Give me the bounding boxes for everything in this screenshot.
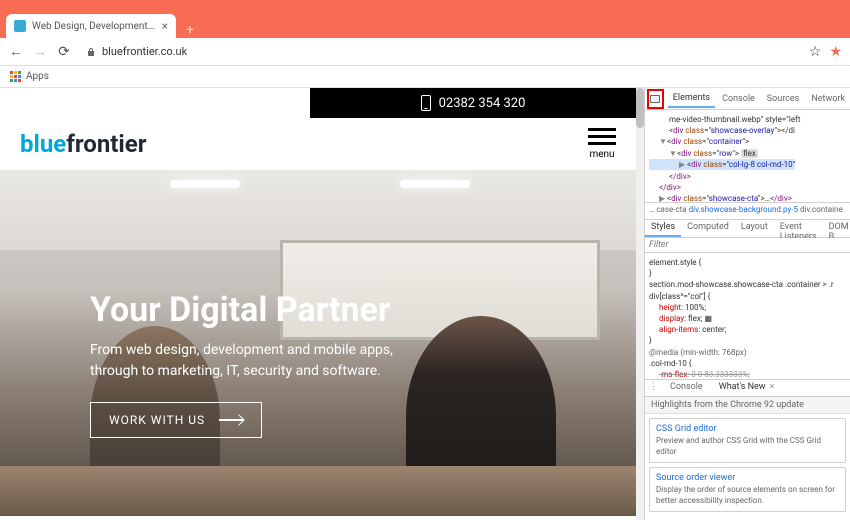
whatsnew-card[interactable]: CSS Grid editor Preview and author CSS G… <box>649 418 846 463</box>
arrow-icon <box>219 419 243 421</box>
tab-title: Web Design, Development & Di... <box>32 21 156 32</box>
whatsnew-card[interactable]: Source order viewer Display the order of… <box>649 467 846 512</box>
tab-network[interactable]: Network <box>806 91 850 107</box>
hero-bg-light <box>400 180 470 188</box>
more-icon[interactable]: ⋮ <box>645 380 662 396</box>
styles-tabs: Styles Computed Layout Event Listeners D… <box>645 220 850 238</box>
lock-icon <box>86 47 96 57</box>
hero-bg-table <box>0 466 636 516</box>
scrollbar-thumb[interactable] <box>636 88 644 128</box>
url-field[interactable]: bluefrontier.co.uk <box>80 45 801 58</box>
reload-button[interactable]: ⟳ <box>56 44 72 60</box>
extension-icon[interactable]: ★ <box>829 44 842 60</box>
card-desc: Display the order of source elements on … <box>656 485 839 506</box>
drawer-tab-console[interactable]: Console <box>662 380 711 396</box>
new-tab-button[interactable]: + <box>176 22 204 38</box>
tab-events[interactable]: Event Listeners <box>774 220 823 237</box>
menu-button[interactable]: menu <box>588 128 616 160</box>
styles-pane[interactable]: element.style { } section.mod-showcase.s… <box>645 253 850 379</box>
forward-button[interactable]: → <box>32 44 48 60</box>
browser-top-strip <box>0 0 850 14</box>
styles-filter <box>645 238 850 253</box>
content-area: 02382 354 320 bluefrontier menu Your Dig… <box>0 88 850 520</box>
tab-sources[interactable]: Sources <box>762 91 805 107</box>
site-header: bluefrontier menu <box>0 118 636 170</box>
whatsnew-cards: CSS Grid editor Preview and author CSS G… <box>645 414 850 520</box>
devtools-tabs: Elements Console Sources Network <box>645 88 850 110</box>
card-title: CSS Grid editor <box>656 424 839 434</box>
logo[interactable]: bluefrontier <box>20 130 147 158</box>
hero-bg-ceiling <box>0 170 636 250</box>
menu-label: menu <box>589 149 614 160</box>
tab-console[interactable]: Console <box>717 91 760 107</box>
address-bar: ← → ⟳ bluefrontier.co.uk ☆ ★ <box>0 38 850 66</box>
back-button[interactable]: ← <box>8 44 24 60</box>
apps-label[interactable]: Apps <box>26 71 49 82</box>
card-title: Source order viewer <box>656 473 839 483</box>
hero-bg-light <box>170 180 240 188</box>
hero-title: Your Digital Partner <box>90 290 596 330</box>
phone-icon <box>421 95 431 111</box>
logo-part1: blue <box>20 130 66 158</box>
close-icon[interactable]: × <box>770 382 775 392</box>
tab-layout[interactable]: Layout <box>735 220 774 237</box>
hero-section: Your Digital Partner From web design, de… <box>0 170 636 516</box>
hero-text: Your Digital Partner From web design, de… <box>90 290 596 438</box>
close-icon[interactable]: × <box>162 19 168 33</box>
tab-dom[interactable]: DOM B <box>823 220 850 237</box>
filter-input[interactable] <box>645 238 850 252</box>
devtools-panel: Elements Console Sources Network me-vide… <box>644 88 850 520</box>
device-icon <box>650 95 660 103</box>
tab-computed[interactable]: Computed <box>681 220 735 237</box>
url-text: bluefrontier.co.uk <box>102 45 187 58</box>
tab-elements[interactable]: Elements <box>668 90 715 108</box>
tab-bar: Web Design, Development & Di... × + <box>0 14 850 38</box>
cta-label: WORK WITH US <box>109 413 205 427</box>
apps-icon[interactable] <box>10 71 22 83</box>
page-viewport: 02382 354 320 bluefrontier menu Your Dig… <box>0 88 636 520</box>
phone-number[interactable]: 02382 354 320 <box>439 96 526 111</box>
browser-tab[interactable]: Web Design, Development & Di... × <box>6 14 176 38</box>
bookmarks-bar: Apps <box>0 66 850 88</box>
tab-styles[interactable]: Styles <box>645 220 681 237</box>
device-toggle-highlighted[interactable] <box>647 89 664 109</box>
logo-part2: frontier <box>66 130 146 158</box>
hero-subtitle: From web design, development and mobile … <box>90 340 430 382</box>
card-desc: Preview and author CSS Grid with the CSS… <box>656 436 839 457</box>
drawer-tabs: ⋮ Console What's New× <box>645 379 850 397</box>
breadcrumb[interactable]: … case-cta div.showcase-background.py-5 … <box>645 202 850 220</box>
phone-bar: 02382 354 320 <box>310 88 636 118</box>
elements-tree[interactable]: me-video-thumbnail.webp" style="left <di… <box>645 110 850 202</box>
cta-button[interactable]: WORK WITH US <box>90 402 262 438</box>
bookmark-icon[interactable]: ☆ <box>809 44 822 60</box>
favicon-icon <box>14 20 26 32</box>
page-scrollbar[interactable] <box>636 88 644 520</box>
drawer-tab-whatsnew[interactable]: What's New× <box>711 380 783 396</box>
whatsnew-header: Highlights from the Chrome 92 update <box>645 397 850 414</box>
hamburger-icon <box>588 128 616 145</box>
